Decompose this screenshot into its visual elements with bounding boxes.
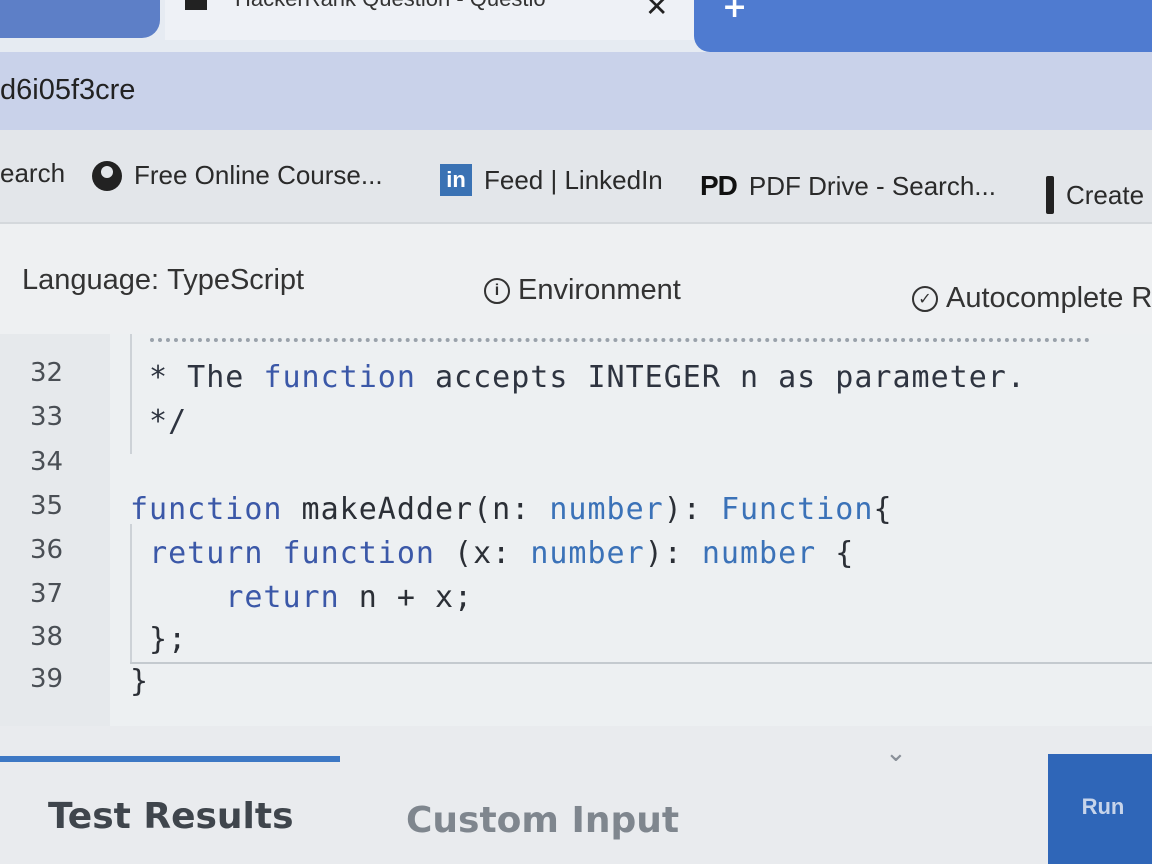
active-tab-indicator [0, 756, 340, 762]
tab-test-results[interactable]: Test Results [48, 796, 294, 837]
bookmark-icon [1046, 176, 1054, 214]
line-number: 33 [30, 402, 64, 432]
code-line: return n + x; [225, 580, 474, 615]
tab-active[interactable]: HackerRank Question - Questio ✕ [165, 0, 695, 40]
code-line: function makeAdder(n: number): Function{ [130, 492, 893, 527]
bookmark-label: Create [1066, 179, 1145, 210]
check-circle-icon: ✓ [912, 285, 938, 312]
code-line: return function (x: number): number { [149, 536, 855, 571]
line-number: 38 [30, 622, 64, 652]
editor-toolbar: Language: TypeScript i Environment ✓ Aut… [0, 222, 1152, 334]
code-line: */ [130, 404, 188, 439]
new-tab-icon[interactable]: + [722, 0, 747, 25]
url-text[interactable]: d6i05f3cre [0, 74, 135, 107]
bookmark-linkedin-feed[interactable]: in Feed | LinkedIn [440, 164, 663, 196]
bookmark-label: Free Online Course... [134, 160, 383, 190]
bookmarks-bar: earch Free Online Course... in Feed | Li… [0, 130, 1152, 222]
line-number: 37 [30, 579, 64, 609]
line-number: 36 [30, 535, 64, 565]
autocomplete-toggle[interactable]: ✓ Autocomplete R [912, 282, 1152, 315]
run-button[interactable]: Run [1048, 754, 1152, 864]
bookmark-label: PDF Drive - Search... [748, 170, 996, 201]
pdf-drive-icon: PD [700, 170, 738, 201]
tab-custom-input[interactable]: Custom Input [406, 800, 679, 841]
info-icon: i [484, 277, 510, 304]
bookmark-create[interactable]: Create [1046, 176, 1144, 214]
autocomplete-label: Autocomplete R [946, 282, 1152, 314]
linkedin-icon: in [440, 164, 472, 196]
language-value[interactable]: TypeScript [167, 264, 304, 297]
environment-label: Environment [518, 274, 681, 306]
address-bar[interactable]: d6i05f3cre [0, 52, 1152, 130]
hackerrank-favicon-icon [185, 0, 207, 10]
tab-previous[interactable] [0, 0, 160, 38]
bottom-panel: ⌄ Test Results Custom Input Run [0, 726, 1152, 864]
globe-icon [92, 160, 122, 191]
line-number: 32 [30, 358, 64, 388]
bookmark-label: earch [0, 158, 66, 188]
line-number-gutter: 32 33 34 35 36 37 38 39 [0, 334, 110, 726]
environment-button[interactable]: i Environment [484, 274, 681, 307]
code-editor[interactable]: 32 33 34 35 36 37 38 39 * The function a… [0, 334, 1152, 726]
partial-comment-line [150, 338, 1090, 344]
close-icon[interactable]: ✕ [645, 0, 668, 23]
bookmark-label: Feed | LinkedIn [484, 164, 663, 195]
line-number: 34 [30, 447, 64, 477]
language-selector[interactable]: Language: TypeScript [22, 264, 304, 297]
tab-title: HackerRank Question - Questio [235, 0, 546, 12]
tab-next[interactable]: + [694, 0, 1152, 52]
line-number: 39 [30, 664, 64, 694]
browser-tabstrip: HackerRank Question - Questio ✕ + [0, 0, 1152, 58]
line-number: 35 [30, 491, 64, 521]
bookmark-pdf-drive[interactable]: PD PDF Drive - Search... [700, 170, 996, 202]
fold-separator [130, 662, 1152, 664]
code-line: }; [130, 622, 188, 657]
bookmark-free-online-course[interactable]: Free Online Course... [92, 160, 383, 191]
language-label: Language: [22, 264, 160, 296]
code-line: * The function accepts INTEGER n as para… [130, 360, 1026, 395]
chevron-down-icon[interactable]: ⌄ [885, 738, 907, 768]
code-line: } [130, 664, 150, 699]
bookmark-search[interactable]: earch [0, 158, 65, 189]
